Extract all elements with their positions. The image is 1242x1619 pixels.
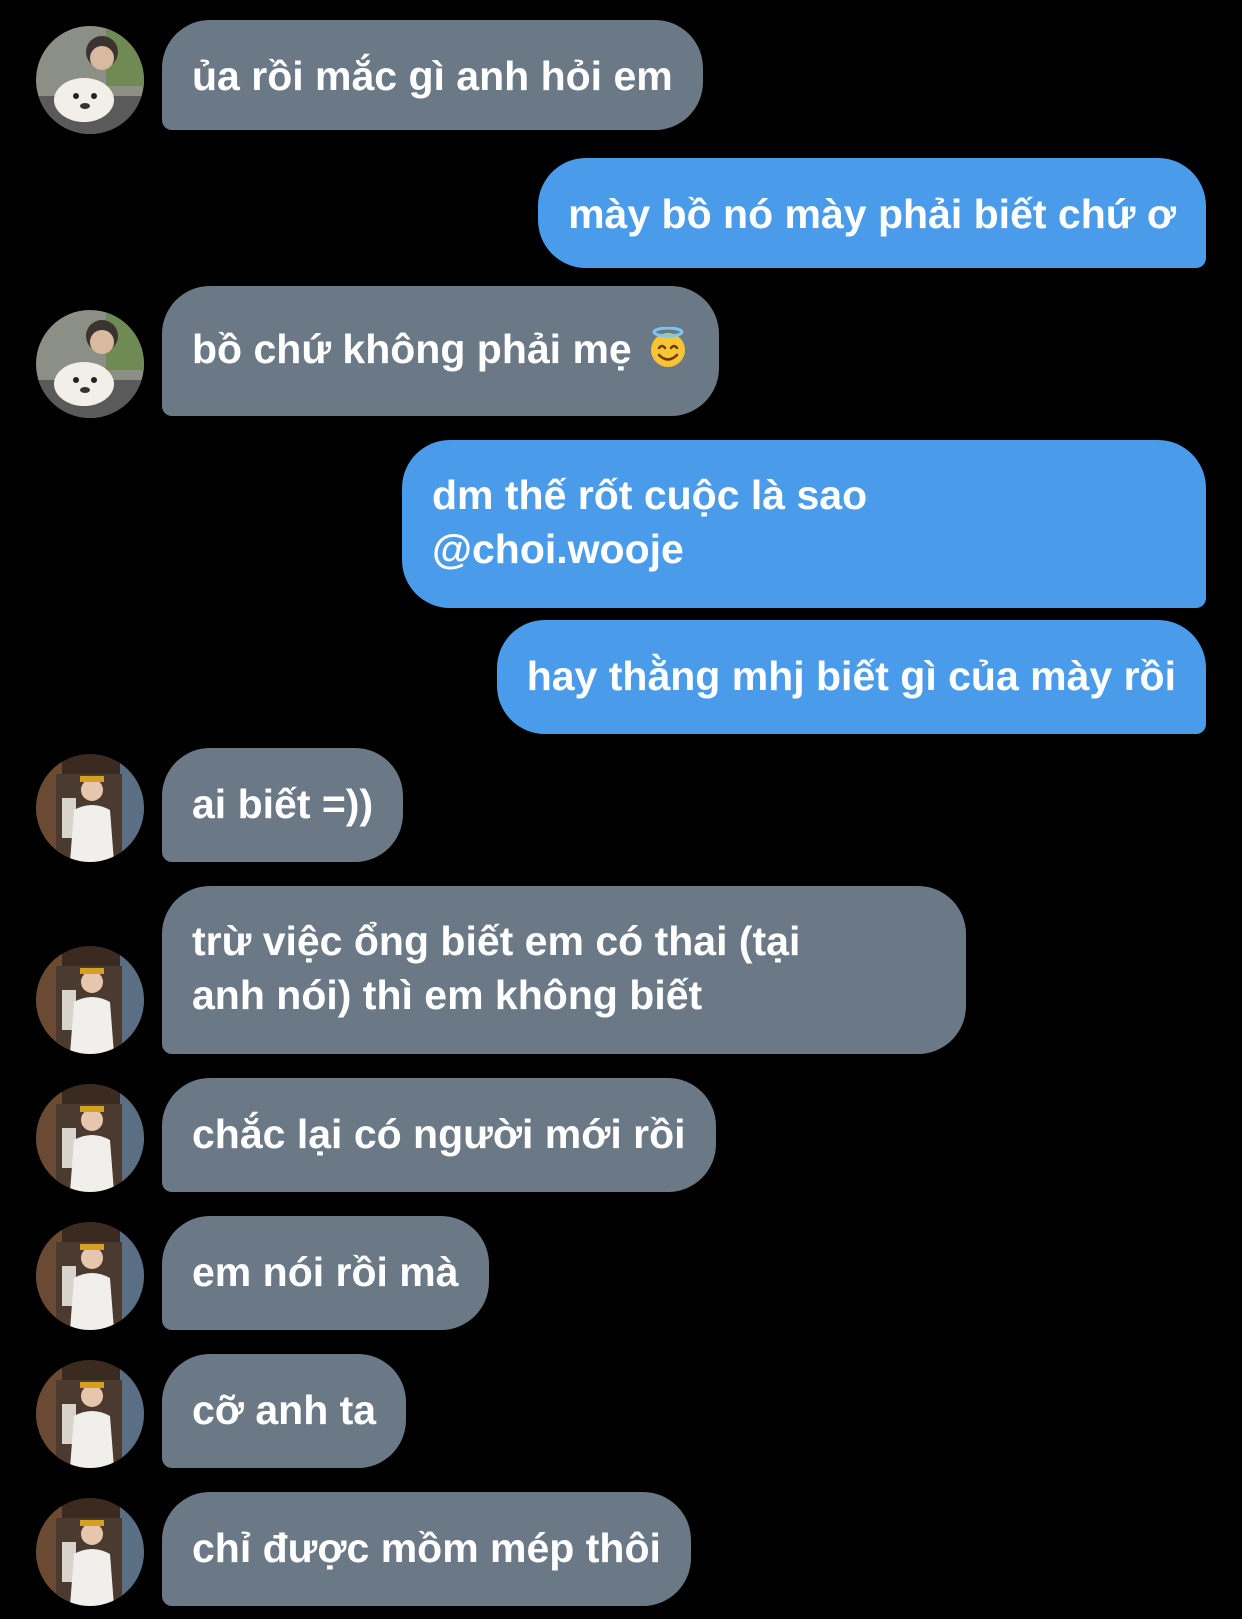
sender-avatar-room[interactable] bbox=[36, 946, 144, 1054]
smiling-face-with-halo-icon bbox=[651, 327, 686, 367]
avatar-person-room-icon bbox=[36, 754, 144, 862]
message-text: chỉ được mồm mép thôi bbox=[192, 1525, 661, 1571]
message-text: chắc lại có người mới rồi bbox=[192, 1111, 686, 1157]
message-text-line: trừ việc ổng biết em có thai (tại bbox=[192, 918, 801, 964]
message-bubble-incoming[interactable]: ai biết =)) bbox=[162, 748, 404, 862]
sender-avatar-room[interactable] bbox=[36, 1498, 144, 1606]
avatar-person-room-icon bbox=[36, 1498, 144, 1606]
sender-avatar-room[interactable] bbox=[36, 1084, 144, 1192]
message-text: cỡ anh ta bbox=[192, 1387, 377, 1433]
message-text: ai biết =)) bbox=[192, 781, 374, 827]
message-text: bồ chứ không phải mẹ bbox=[192, 326, 632, 372]
avatar-person-room-icon bbox=[36, 1360, 144, 1468]
message-text: ủa rồi mắc gì anh hỏi em bbox=[192, 53, 673, 99]
avatar-dog-image-icon bbox=[36, 26, 144, 134]
message-bubble-incoming[interactable]: trừ việc ổng biết em có thai (tại anh nó… bbox=[162, 886, 966, 1054]
message-text: em nói rồi mà bbox=[192, 1249, 459, 1295]
message-bubble-incoming[interactable]: ủa rồi mắc gì anh hỏi em bbox=[162, 20, 703, 130]
message-bubble-outgoing[interactable]: hay thằng mhj biết gì của mày rồi bbox=[496, 620, 1206, 734]
message-mention-link[interactable]: @choi.wooje bbox=[432, 522, 1176, 576]
message-bubble-incoming[interactable]: chỉ được mồm mép thôi bbox=[162, 1492, 691, 1606]
avatar-dog-image-icon bbox=[36, 310, 144, 418]
message-bubble-outgoing[interactable]: mày bồ nó mày phải biết chứ ơ bbox=[538, 158, 1206, 268]
message-bubble-incoming[interactable]: cỡ anh ta bbox=[162, 1354, 407, 1468]
sender-avatar-room[interactable] bbox=[36, 754, 144, 862]
message-text: hay thằng mhj biết gì của mày rồi bbox=[526, 653, 1176, 699]
message-bubble-incoming[interactable]: bồ chứ không phải mẹ bbox=[162, 286, 720, 416]
message-text-line: dm thế rốt cuộc là sao bbox=[432, 472, 868, 518]
message-bubble-incoming[interactable]: em nói rồi mà bbox=[162, 1216, 489, 1330]
avatar-person-room-icon bbox=[36, 946, 144, 1054]
message-text-line: anh nói) thì em không biết bbox=[192, 972, 703, 1018]
message-bubble-incoming[interactable]: chắc lại có người mới rồi bbox=[162, 1078, 716, 1192]
avatar-person-room-icon bbox=[36, 1084, 144, 1192]
sender-avatar-dog[interactable] bbox=[36, 26, 144, 134]
avatar-person-room-icon bbox=[36, 1222, 144, 1330]
sender-avatar-dog[interactable] bbox=[36, 310, 144, 418]
message-bubble-outgoing[interactable]: dm thế rốt cuộc là sao @choi.wooje bbox=[402, 440, 1206, 608]
sender-avatar-room[interactable] bbox=[36, 1222, 144, 1330]
message-text: mày bồ nó mày phải biết chứ ơ bbox=[568, 191, 1176, 237]
sender-avatar-room[interactable] bbox=[36, 1360, 144, 1468]
